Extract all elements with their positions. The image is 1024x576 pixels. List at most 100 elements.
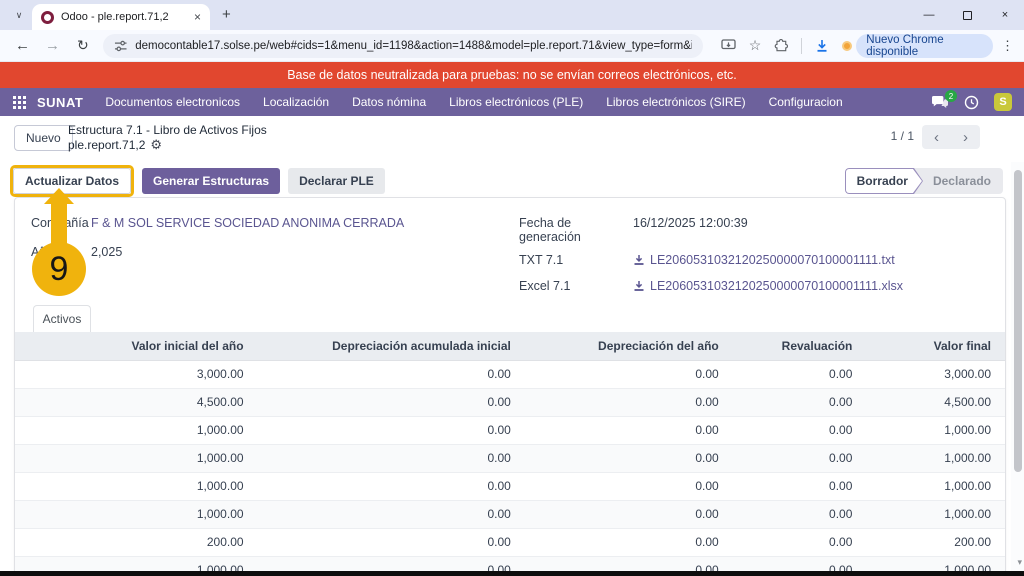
table-cell: 0.00 [258, 416, 525, 444]
table-cell: 0.00 [525, 528, 733, 556]
new-tab-button[interactable]: + [222, 6, 231, 23]
step-arrow-icon [44, 188, 74, 204]
status-draft[interactable]: Borrador Borrador [845, 168, 923, 194]
chrome-update-chip[interactable]: Nuevo Chrome disponible [856, 34, 993, 58]
table-cell: 0.00 [733, 528, 867, 556]
tab-search-icon[interactable]: ∨ [10, 6, 28, 24]
file-download-icon [633, 254, 645, 266]
navbar-right: 2 S [931, 93, 1012, 111]
browser-tabstrip: ∨ Odoo - ple.report.71,2 × + — × [0, 0, 1024, 30]
generate-structures-button[interactable]: Generar Estructuras [142, 168, 280, 194]
tune-icon [114, 40, 127, 52]
forward-icon: → [45, 37, 60, 54]
table-cell: 4,500.00 [15, 388, 258, 416]
pager-next-icon[interactable]: › [951, 125, 980, 149]
txt-file-label: TXT 7.1 [519, 253, 633, 267]
table-cell: 0.00 [733, 360, 867, 388]
tab-close-icon[interactable]: × [194, 11, 201, 23]
table-cell: 0.00 [258, 528, 525, 556]
year-value[interactable]: 2,025 [91, 245, 122, 259]
nav-menu-item[interactable]: Configuracion [769, 95, 843, 109]
table-row[interactable]: 3,000.000.000.000.003,000.00 [15, 360, 1005, 388]
bookmark-star-icon[interactable]: ☆ [749, 37, 762, 54]
browser-tab[interactable]: Odoo - ple.report.71,2 × [32, 4, 210, 30]
back-icon[interactable]: ← [15, 37, 30, 54]
user-avatar[interactable]: S [994, 93, 1012, 111]
scrollbar-thumb[interactable] [1014, 170, 1022, 472]
toolbar-icons: ☆ [721, 37, 853, 54]
table-cell: 0.00 [258, 360, 525, 388]
tab-activos[interactable]: Activos [33, 305, 91, 332]
apps-grid-icon[interactable] [13, 96, 26, 109]
close-window-button[interactable]: × [986, 0, 1024, 30]
nav-menu-item[interactable]: Localización [263, 95, 329, 109]
status-declared[interactable]: Declarado [923, 168, 1003, 194]
new-record-button[interactable]: Nuevo [14, 125, 73, 151]
page-scrollbar[interactable]: ▾ [1011, 162, 1024, 576]
url-text: democontable17.solse.pe/web#cids=1&menu_… [135, 40, 692, 52]
table-row[interactable]: 1,000.000.000.000.001,000.00 [15, 444, 1005, 472]
address-bar[interactable]: democontable17.solse.pe/web#cids=1&menu_… [103, 34, 703, 58]
table-row[interactable]: 1,000.000.000.000.001,000.00 [15, 416, 1005, 444]
table-cell: 0.00 [733, 472, 867, 500]
table-cell: 0.00 [525, 444, 733, 472]
scroll-down-icon[interactable]: ▾ [1017, 557, 1022, 568]
table-cell: 4,500.00 [866, 388, 1005, 416]
table-row[interactable]: 4,500.000.000.000.004,500.00 [15, 388, 1005, 416]
form-left-group: Compañía F & M SOL SERVICE SOCIEDAD ANON… [31, 216, 404, 274]
table-row[interactable]: 1,000.000.000.000.001,000.00 [15, 500, 1005, 528]
table-row[interactable]: 200.000.000.000.00200.00 [15, 528, 1005, 556]
browser-menu-icon[interactable]: ⋮ [1001, 38, 1014, 54]
test-database-banner: Base de datos neutralizada para pruebas:… [0, 62, 1024, 88]
column-header[interactable]: Valor final [866, 332, 1005, 360]
status-bar: Borrador Borrador Declarado [845, 168, 1003, 194]
breadcrumb-record: ple.report.71,2 ⚙ [68, 137, 162, 153]
column-header[interactable]: Depreciación del año [525, 332, 733, 360]
declare-ple-button[interactable]: Declarar PLE [288, 168, 385, 194]
form-right-group: Fecha de generación 16/12/2025 12:00:39 … [519, 216, 903, 305]
app-brand[interactable]: SUNAT [37, 95, 83, 110]
pager-previous-icon[interactable]: ‹ [922, 125, 951, 149]
send-to-device-icon[interactable] [721, 39, 736, 52]
tab-title: Odoo - ple.report.71,2 [61, 11, 187, 23]
nav-menu-item[interactable]: Libros electrónicos (PLE) [449, 95, 583, 109]
table-cell: 0.00 [525, 388, 733, 416]
excel-file-link[interactable]: LE2060531032120250000070100001111.xlsx [633, 279, 903, 293]
download-icon[interactable] [815, 39, 829, 53]
table-cell: 1,000.00 [15, 472, 258, 500]
nav-menu-item[interactable]: Datos nómina [352, 95, 426, 109]
generation-date-value: 16/12/2025 12:00:39 [633, 216, 748, 230]
extensions-icon[interactable] [774, 39, 788, 53]
table-cell: 0.00 [525, 500, 733, 528]
file-download-icon [633, 280, 645, 292]
table-cell: 1,000.00 [866, 444, 1005, 472]
column-header[interactable]: Valor inicial del año [15, 332, 258, 360]
reload-icon[interactable]: ↻ [77, 37, 89, 54]
column-header[interactable]: Revaluación [733, 332, 867, 360]
column-header[interactable]: Depreciación acumulada inicial [258, 332, 525, 360]
txt-file-name: LE2060531032120250000070100001111.txt [650, 253, 895, 267]
table-cell: 1,000.00 [15, 416, 258, 444]
table-cell: 0.00 [525, 416, 733, 444]
gear-icon[interactable]: ⚙ [150, 137, 162, 153]
pager: ‹ › [922, 125, 980, 149]
nav-menu-item[interactable]: Libros electrónicos (SIRE) [606, 95, 745, 109]
breadcrumb-title[interactable]: Estructura 7.1 - Libro de Activos Fijos [68, 123, 267, 137]
notification-dot-icon[interactable] [842, 41, 852, 51]
assets-table-header-row: Valor inicial del añoDepreciación acumul… [15, 332, 1005, 360]
table-cell: 0.00 [733, 388, 867, 416]
table-cell: 1,000.00 [866, 500, 1005, 528]
excel-file-name: LE2060531032120250000070100001111.xlsx [650, 279, 903, 293]
txt-file-link[interactable]: LE2060531032120250000070100001111.txt [633, 253, 895, 267]
messages-button[interactable]: 2 [931, 95, 949, 109]
banner-text: Base de datos neutralizada para pruebas:… [287, 68, 737, 82]
restore-button[interactable] [948, 0, 986, 30]
company-value[interactable]: F & M SOL SERVICE SOCIEDAD ANONIMA CERRA… [91, 216, 404, 230]
table-row[interactable]: 1,000.000.000.000.001,000.00 [15, 472, 1005, 500]
nav-menu: Documentos electronicos Localización Datos… [105, 95, 865, 109]
minimize-button[interactable]: — [910, 0, 948, 30]
activities-clock-icon[interactable] [964, 95, 979, 110]
browser-toolbar: ← → ↻ democontable17.solse.pe/web#cids=1… [0, 30, 1024, 62]
nav-menu-item[interactable]: Documentos electronicos [105, 95, 240, 109]
status-draft-inner: Borrador [846, 169, 922, 193]
